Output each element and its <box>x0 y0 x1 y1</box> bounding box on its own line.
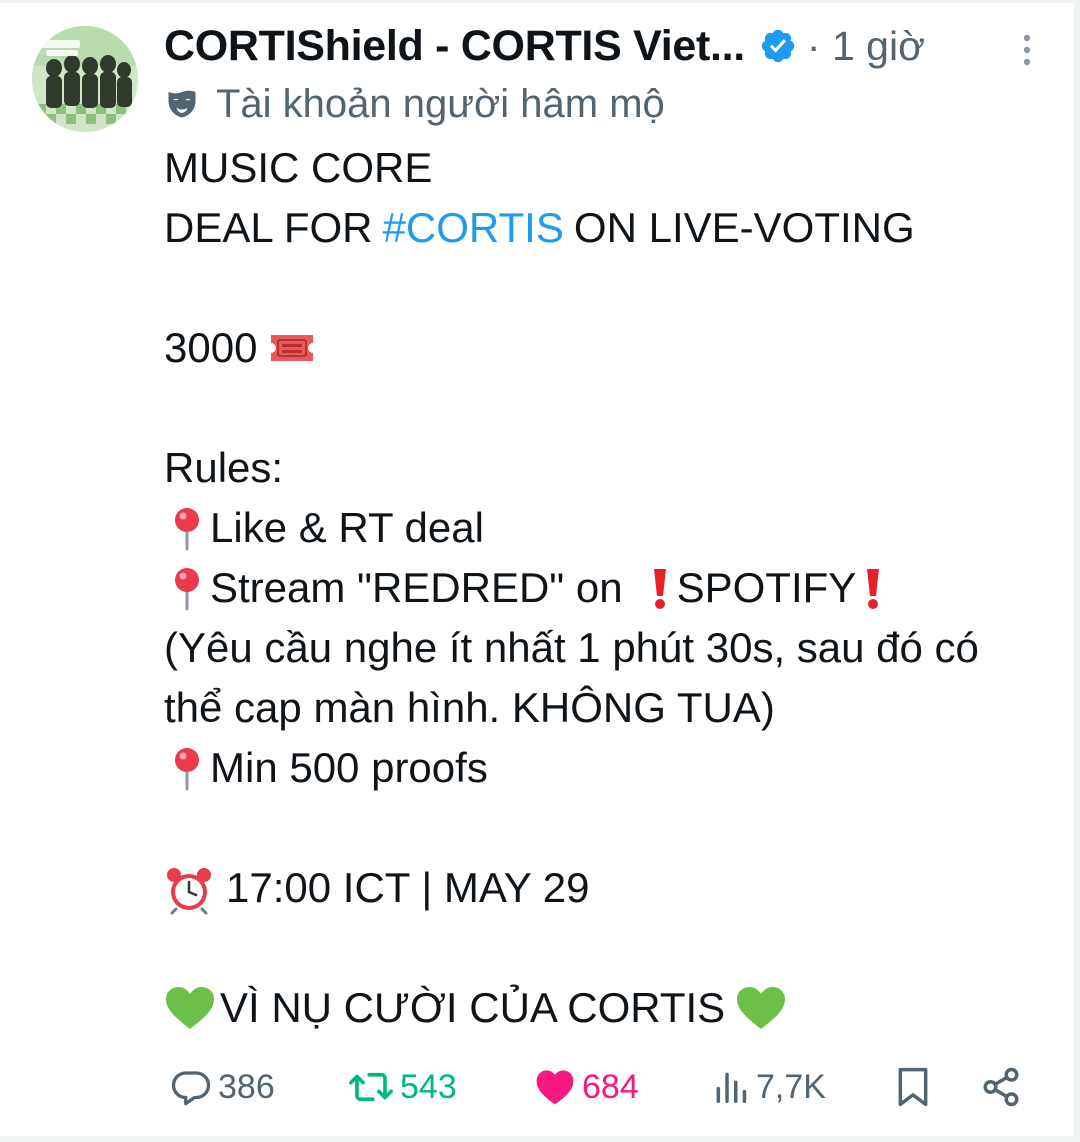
tweet-text: MUSIC CORE DEAL FOR #CORTIS ON LIVE-VOTI… <box>164 138 1054 1038</box>
pushpin-icon <box>164 745 210 791</box>
text-line: DEAL FOR #CORTIS ON LIVE-VOTING <box>164 198 1054 258</box>
retweet-icon <box>348 1066 394 1108</box>
reply-count: 386 <box>218 1067 275 1106</box>
heart-icon <box>534 1067 576 1107</box>
more-options-icon[interactable] <box>1010 30 1044 70</box>
scrollbar-track <box>1074 0 1080 1142</box>
text-segment: Min 500 proofs <box>210 744 488 791</box>
bookmark-button[interactable] <box>894 1056 932 1118</box>
like-count: 684 <box>582 1067 639 1106</box>
author-display-name[interactable]: CORTIShield - CORTIS Viet... <box>164 22 745 71</box>
text-segment: MUSIC CORE <box>164 144 433 191</box>
reply-button[interactable]: 386 <box>170 1056 275 1118</box>
text-segment: Stream "REDRED" on <box>210 564 623 611</box>
alarm-clock-icon <box>164 865 216 915</box>
reply-icon <box>170 1066 212 1108</box>
tweet-header: CORTIShield - CORTIS Viet... · 1 giờ <box>164 18 1044 74</box>
verified-badge-icon[interactable] <box>759 27 797 65</box>
text-segment: thể cap màn hình. KHÔNG TUA) <box>164 684 775 731</box>
text-segment: (Yêu cầu nghe ít nhất 1 phút 30s, sau đó… <box>164 624 979 671</box>
text-line: Like & RT deal <box>164 498 1054 558</box>
pushpin-icon <box>164 505 210 551</box>
bookmark-icon <box>894 1066 932 1108</box>
text-line: 17:00 ICT | MAY 29 <box>164 858 1054 918</box>
top-divider <box>0 0 1080 3</box>
text-segment: 17:00 ICT | MAY 29 <box>226 864 590 911</box>
text-segment: SPOTIFY <box>676 564 857 611</box>
views-count: 7,7K <box>756 1067 826 1106</box>
text-segment: Like & RT deal <box>210 504 484 551</box>
green-heart-icon <box>735 985 791 1031</box>
retweet-count: 543 <box>400 1067 457 1106</box>
views-button[interactable]: 7,7K <box>712 1056 826 1118</box>
like-button[interactable]: 684 <box>534 1056 639 1118</box>
hashtag-link[interactable]: #CORTIS <box>383 198 564 258</box>
retweet-button[interactable]: 543 <box>348 1056 457 1118</box>
fan-account-label: Tài khoản người hâm mộ <box>216 81 665 126</box>
text-line: thể cap màn hình. KHÔNG TUA) <box>164 678 1054 738</box>
share-icon <box>980 1066 1022 1108</box>
tweet-card[interactable]: CORTIShield - CORTIS Viet... · 1 giờ Tài… <box>0 0 1080 1142</box>
exclamation-icon <box>856 565 890 611</box>
text-line: Min 500 proofs <box>164 738 1054 798</box>
fan-account-mask-icon <box>164 86 200 122</box>
text-line: MUSIC CORE <box>164 138 1054 198</box>
ticket-icon <box>267 325 314 371</box>
text-segment: VÌ NỤ CƯỜI CỦA CORTIS <box>220 984 726 1031</box>
text-segment: DEAL FOR <box>164 204 373 251</box>
share-button[interactable] <box>980 1056 1022 1118</box>
text-line: Stream "REDRED" on SPOTIFY <box>164 558 1054 618</box>
text-segment: ON LIVE-VOTING <box>573 204 915 251</box>
tweet-actions-bar: 386 543 684 7,7K <box>164 1056 1044 1118</box>
text-segment: 3000 <box>164 324 258 371</box>
tweet-timestamp[interactable]: · 1 giờ <box>807 23 925 70</box>
views-chart-icon <box>712 1067 750 1107</box>
exclamation-icon <box>643 565 677 611</box>
text-line: 3000 <box>164 318 1054 378</box>
bottom-divider <box>0 1136 1080 1142</box>
text-line: Rules: <box>164 438 1054 498</box>
green-heart-icon <box>164 985 220 1031</box>
account-label-row: Tài khoản người hâm mộ <box>164 78 665 130</box>
text-segment: Rules: <box>164 444 284 491</box>
pushpin-icon <box>164 565 210 611</box>
text-line: (Yêu cầu nghe ít nhất 1 phút 30s, sau đó… <box>164 618 1054 678</box>
avatar[interactable] <box>32 26 138 132</box>
text-line: VÌ NỤ CƯỜI CỦA CORTIS <box>164 978 1054 1038</box>
